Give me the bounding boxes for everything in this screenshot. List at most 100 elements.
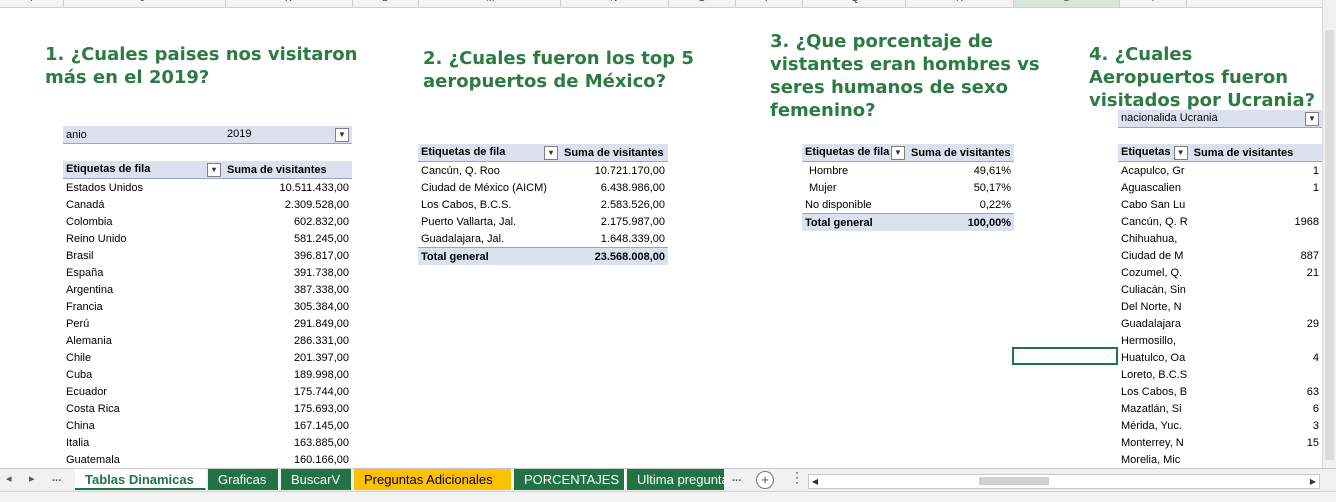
row-value[interactable] [1191,332,1322,349]
row-value[interactable]: 387.338,00 [224,281,352,298]
row-label[interactable]: Brasil [63,247,224,264]
row-label[interactable]: Ecuador [63,383,224,400]
row-label[interactable]: Guadalajara [1118,315,1191,332]
row-label[interactable]: Italia [63,434,224,451]
row-label[interactable]: China [63,417,224,434]
row-value[interactable]: 50,17% [908,179,1014,196]
row-label[interactable]: Cuba [63,366,224,383]
row-label[interactable]: Hermosillo, [1118,332,1191,349]
row-value[interactable]: 2.583.526,00 [561,196,668,213]
row-label[interactable]: Argentina [63,281,224,298]
sheet-tab[interactable]: Ultima pregunta [627,469,725,490]
row-value[interactable]: 291.849,00 [224,315,352,332]
row-value[interactable]: 21 [1191,264,1322,281]
row-label[interactable]: Chihuahua, [1118,230,1191,247]
row-label[interactable]: Cancún, Q. R [1118,213,1191,230]
row-label[interactable]: Cancún, Q. Roo [418,162,561,180]
row-value[interactable] [1191,298,1322,315]
row-value[interactable]: 602.832,00 [224,213,352,230]
total-label[interactable]: Total general [802,213,908,231]
row-label[interactable]: Guatemala [63,451,224,468]
row-label[interactable]: Del Norte, N [1118,298,1191,315]
sort-filter-icon[interactable]: ▾ [207,162,221,177]
row-value[interactable]: 163.885,00 [224,434,352,451]
column-letter[interactable]: J [140,0,145,4]
row-value[interactable]: 2.175.987,00 [561,213,668,230]
row-label[interactable]: Morelia, Mic [1118,451,1191,468]
row-value[interactable]: 175.744,00 [224,383,352,400]
row-label[interactable]: Hombre [802,162,908,180]
row-label[interactable]: Los Cabos, B [1118,383,1191,400]
column-letter[interactable]: I [30,0,33,4]
row-value[interactable]: 29 [1191,315,1322,332]
row-label[interactable]: Perú [63,315,224,332]
row-label[interactable]: Puerto Vallarta, Jal. [418,213,561,230]
scroll-right-icon[interactable]: ▶ [1307,475,1319,488]
row-value[interactable] [1191,366,1322,383]
row-label[interactable]: Huatulco, Oa [1118,349,1191,366]
column-letter[interactable]: M [486,0,494,4]
row-value[interactable]: 175.693,00 [224,400,352,417]
row-value[interactable]: 63 [1191,383,1322,400]
more-sheets-left[interactable]: ... [52,472,61,484]
column-letter[interactable]: L [382,0,388,4]
sheet-tab[interactable]: PORCENTAJES [514,469,625,490]
row-value[interactable]: 0,22% [908,196,1014,214]
column-letter[interactable]: Q [851,0,859,4]
row-value[interactable] [1191,230,1322,247]
row-label[interactable]: Francia [63,298,224,315]
row-value[interactable]: 6.438.986,00 [561,179,668,196]
row-value[interactable]: 10.511.433,00 [224,179,352,197]
row-label[interactable]: Acapulco, Gr [1118,162,1191,180]
row-value[interactable]: 1.648.339,00 [561,230,668,248]
row-value[interactable] [1191,451,1322,468]
column-letter[interactable]: R [956,0,963,4]
add-sheet-button[interactable]: + [756,471,774,489]
sheet-tab[interactable]: Graficas [208,469,279,490]
column-letter[interactable]: K [285,0,292,4]
row-label[interactable]: Estados Unidos [63,179,224,197]
row-value[interactable]: 160.166,00 [224,451,352,468]
row-value[interactable]: 49,61% [908,162,1014,180]
row-label[interactable]: Colombia [63,213,224,230]
sheet-tab[interactable]: Tablas Dinamicas [75,469,206,490]
filter-dropdown-icon[interactable]: ▼ [335,127,349,142]
sheet-tab[interactable]: Preguntas Adicionales [354,469,512,490]
row-label[interactable]: Los Cabos, B.C.S. [418,196,561,213]
selected-cell[interactable] [1012,347,1118,365]
column-letter[interactable]: T [1150,0,1156,4]
row-value[interactable]: 10.721.170,00 [561,162,668,180]
horizontal-scroll-thumb[interactable] [979,477,1049,485]
row-value[interactable]: 1 [1191,162,1322,180]
row-label[interactable]: España [63,264,224,281]
column-letter[interactable]: O [698,0,706,4]
row-label[interactable]: Ciudad de México (AICM) [418,179,561,196]
row-value[interactable]: 3 [1191,417,1322,434]
row-label[interactable]: Costa Rica [63,400,224,417]
dropdown-icon[interactable]: ▼ [891,145,905,160]
vertical-scroll-thumb[interactable] [1325,30,1334,460]
total-value[interactable]: 100,00% [908,213,1014,231]
total-value[interactable]: 23.568.008,00 [561,247,668,265]
row-label[interactable]: Canadá [63,196,224,213]
row-value[interactable]: 189.998,00 [224,366,352,383]
next-sheet-button[interactable]: ▸ [29,472,35,485]
row-label[interactable]: Culiacán, Sin [1118,281,1191,298]
row-label[interactable]: Guadalajara, Jal. [418,230,561,248]
row-value[interactable]: 201.397,00 [224,349,352,366]
tab-split-handle[interactable]: ⋮ [790,469,804,486]
row-label[interactable]: Monterrey, N [1118,434,1191,451]
dropdown-icon[interactable]: ▼ [1173,145,1188,160]
row-value[interactable] [1191,196,1322,213]
row-value[interactable]: 305.384,00 [224,298,352,315]
row-value[interactable]: 581.245,00 [224,230,352,247]
row-label[interactable]: Mérida, Yuc. [1118,417,1191,434]
row-label[interactable]: Aguascalien [1118,179,1191,196]
row-label[interactable]: Ciudad de M [1118,247,1191,264]
row-value[interactable]: 6 [1191,400,1322,417]
row-value[interactable] [1191,281,1322,298]
column-letter[interactable]: S [1063,0,1070,4]
filter-dropdown-icon[interactable]: ▼ [1305,111,1319,126]
row-label[interactable]: Mazatlán, Si [1118,400,1191,417]
sort-filter-icon[interactable]: ▾ [544,145,558,160]
